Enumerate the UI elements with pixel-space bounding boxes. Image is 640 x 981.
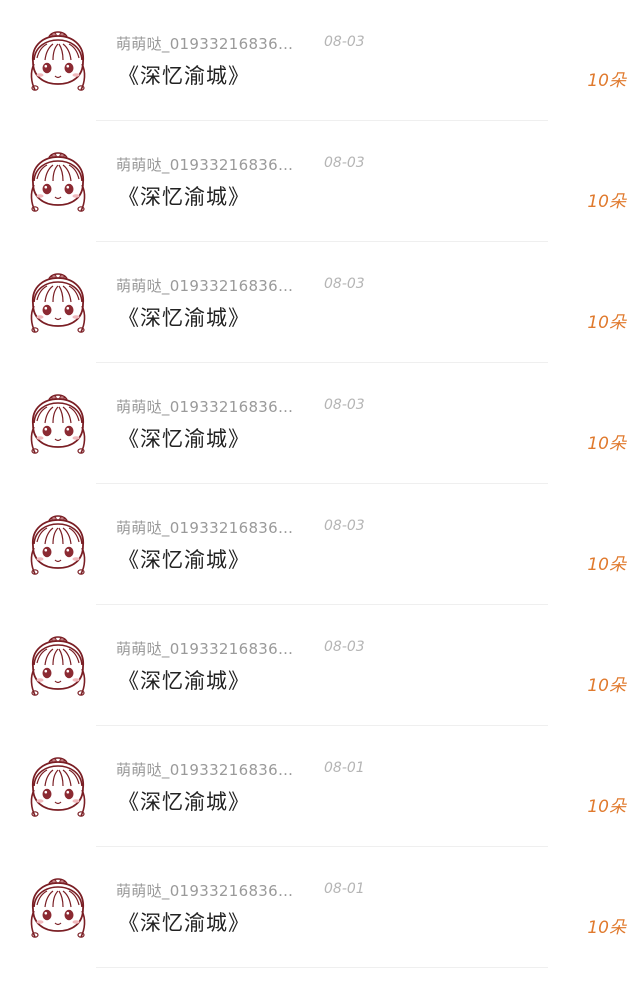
sender-name: 萌萌哒_019332168362 …	[116, 277, 296, 295]
divider	[96, 967, 548, 968]
message-date: 08-03	[324, 34, 365, 50]
sender-name: 萌萌哒_019332168362 …	[116, 398, 296, 416]
message-date: 08-03	[324, 397, 365, 413]
gift-title[interactable]: 《深忆渝城》	[118, 907, 250, 937]
gift-title[interactable]: 《深忆渝城》	[118, 665, 250, 695]
message-date: 08-03	[324, 518, 365, 534]
gift-title[interactable]: 《深忆渝城》	[118, 60, 250, 90]
gift-count: 10朵	[587, 797, 626, 817]
chibi-girl-avatar-icon	[30, 757, 86, 817]
list-item[interactable]: 萌萌哒_019332168362 … 08-01 《深忆渝城》 10朵	[0, 847, 640, 968]
gift-title[interactable]: 《深忆渝城》	[118, 181, 250, 211]
chibi-girl-avatar-icon	[30, 31, 86, 91]
avatar[interactable]	[25, 752, 91, 822]
list-item[interactable]: 萌萌哒_019332168362 … 08-03 《深忆渝城》 10朵	[0, 242, 640, 363]
avatar[interactable]	[25, 26, 91, 96]
gift-title[interactable]: 《深忆渝城》	[118, 423, 250, 453]
avatar[interactable]	[25, 147, 91, 217]
gift-count: 10朵	[587, 192, 626, 212]
chibi-girl-avatar-icon	[30, 636, 86, 696]
gift-title[interactable]: 《深忆渝城》	[118, 302, 250, 332]
sender-name: 萌萌哒_019332168362 …	[116, 761, 296, 779]
avatar[interactable]	[25, 631, 91, 701]
sender-name: 萌萌哒_019332168362 …	[116, 519, 296, 537]
list-item[interactable]: 萌萌哒_019332168362 … 08-03 《深忆渝城》 10朵	[0, 484, 640, 605]
message-date: 08-01	[324, 881, 365, 897]
gift-count: 10朵	[587, 71, 626, 91]
gift-count: 10朵	[587, 918, 626, 938]
list-item[interactable]: 萌萌哒_019332168362 … 08-03 《深忆渝城》 10朵	[0, 121, 640, 242]
gift-count: 10朵	[587, 676, 626, 696]
list-item[interactable]: 萌萌哒_019332168362 … 08-03 《深忆渝城》 10朵	[0, 605, 640, 726]
list-item[interactable]: 萌萌哒_019332168362 … 08-03 《深忆渝城》 10朵	[0, 363, 640, 484]
chibi-girl-avatar-icon	[30, 273, 86, 333]
gift-count: 10朵	[587, 555, 626, 575]
chibi-girl-avatar-icon	[30, 394, 86, 454]
avatar[interactable]	[25, 873, 91, 943]
list-item[interactable]: 萌萌哒_019332168362 … 08-01 《深忆渝城》 10朵	[0, 726, 640, 847]
gift-count: 10朵	[587, 434, 626, 454]
sender-name: 萌萌哒_019332168362 …	[116, 882, 296, 900]
sender-name: 萌萌哒_019332168362 …	[116, 156, 296, 174]
gift-title[interactable]: 《深忆渝城》	[118, 786, 250, 816]
gift-count: 10朵	[587, 313, 626, 333]
message-date: 08-03	[324, 155, 365, 171]
sender-name: 萌萌哒_019332168362 …	[116, 35, 296, 53]
message-date: 08-03	[324, 276, 365, 292]
chibi-girl-avatar-icon	[30, 515, 86, 575]
message-date: 08-01	[324, 760, 365, 776]
sender-name: 萌萌哒_019332168362 …	[116, 640, 296, 658]
gift-message-list: 萌萌哒_019332168362 … 08-03 《深忆渝城》 10朵 萌萌哒_…	[0, 0, 640, 981]
list-item[interactable]: 萌萌哒_019332168362 … 08-03 《深忆渝城》 10朵	[0, 0, 640, 121]
chibi-girl-avatar-icon	[30, 152, 86, 212]
chibi-girl-avatar-icon	[30, 878, 86, 938]
message-date: 08-03	[324, 639, 365, 655]
gift-title[interactable]: 《深忆渝城》	[118, 544, 250, 574]
avatar[interactable]	[25, 510, 91, 580]
avatar[interactable]	[25, 268, 91, 338]
avatar[interactable]	[25, 389, 91, 459]
